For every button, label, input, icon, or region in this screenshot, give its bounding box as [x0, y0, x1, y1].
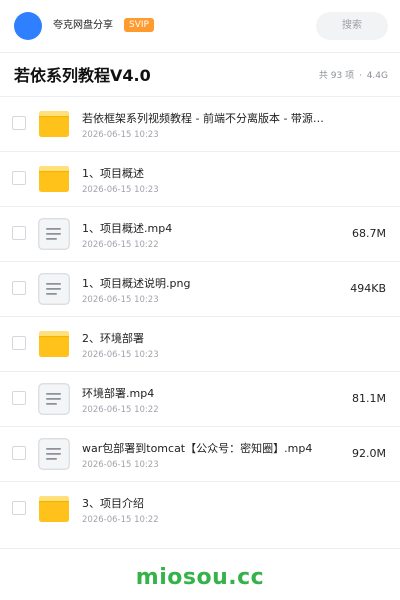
folder-header: 若依系列教程V4.0 共 93 项 · 4.4G — [0, 52, 400, 96]
file-icon — [38, 218, 70, 250]
share-name: 夸克网盘分享 — [53, 20, 113, 31]
list-item[interactable]: 2、环境部署 2026-06-15 10:23 — [0, 316, 400, 371]
folder-icon — [38, 328, 70, 360]
folder-icon — [38, 493, 70, 525]
item-checkbox[interactable] — [12, 336, 26, 350]
item-name[interactable]: 2、环境部署 — [82, 332, 332, 346]
item-checkbox[interactable] — [12, 171, 26, 185]
item-name[interactable]: 若依框架系列视频教程 - 前端不分离版本 - 带源… — [82, 112, 332, 126]
list-item[interactable]: 3、项目介绍 2026-06-15 10:22 — [0, 481, 400, 536]
item-size: 92.0M — [352, 447, 386, 460]
page-title: 若依系列教程V4.0 — [14, 66, 151, 85]
list-item[interactable]: 1、项目概述.mp4 2026-06-15 10:22 68.7M — [0, 206, 400, 261]
item-name[interactable]: 1、项目概述说明.png — [82, 277, 332, 291]
item-name[interactable]: 1、项目概述.mp4 — [82, 222, 332, 236]
item-checkbox[interactable] — [12, 281, 26, 295]
list-item[interactable]: war包部署到tomcat【公众号：密知圈】.mp4 2026-06-15 10:… — [0, 426, 400, 481]
list-item[interactable]: 1、项目概述说明.png 2026-06-15 10:23 494KB — [0, 261, 400, 316]
item-date: 2026-06-15 10:23 — [82, 185, 159, 195]
folder-icon — [38, 108, 70, 140]
avatar[interactable] — [14, 12, 42, 40]
item-name[interactable]: 环境部署.mp4 — [82, 387, 332, 401]
item-count: 共 93 项 — [318, 71, 355, 81]
item-size: 494KB — [350, 282, 386, 295]
item-checkbox[interactable] — [12, 116, 26, 130]
top-bar: 夸克网盘分享 SVIP 搜索 — [0, 0, 400, 53]
folder-meta: 共 93 项 · 4.4G — [317, 70, 388, 82]
meta-separator: · — [358, 71, 362, 81]
folder-icon — [38, 163, 70, 195]
item-date: 2026-06-15 10:23 — [82, 460, 159, 470]
svip-badge: SVIP — [124, 18, 154, 32]
file-list: 若依框架系列视频教程 - 前端不分离版本 - 带源… 2026-06-15 10:… — [0, 96, 400, 536]
item-checkbox[interactable] — [12, 501, 26, 515]
item-checkbox[interactable] — [12, 226, 26, 240]
item-name[interactable]: war包部署到tomcat【公众号：密知圈】.mp4 — [82, 442, 332, 456]
item-date: 2026-06-15 10:23 — [82, 295, 159, 305]
item-date: 2026-06-15 10:22 — [82, 515, 159, 525]
list-item[interactable]: 若依框架系列视频教程 - 前端不分离版本 - 带源… 2026-06-15 10:… — [0, 96, 400, 151]
list-item[interactable]: 环境部署.mp4 2026-06-15 10:22 81.1M — [0, 371, 400, 426]
item-checkbox[interactable] — [12, 391, 26, 405]
brand-watermark: miosou.cc — [135, 565, 265, 590]
file-icon — [38, 383, 70, 415]
list-item[interactable]: 1、项目概述 2026-06-15 10:23 — [0, 151, 400, 206]
item-date: 2026-06-15 10:23 — [82, 130, 159, 140]
footer-divider — [0, 548, 400, 549]
file-icon — [38, 273, 70, 305]
total-size: 4.4G — [366, 71, 388, 81]
item-date: 2026-06-15 10:22 — [82, 405, 159, 415]
item-date: 2026-06-15 10:22 — [82, 240, 159, 250]
item-name[interactable]: 1、项目概述 — [82, 167, 332, 181]
item-size: 81.1M — [352, 392, 386, 405]
item-size: 68.7M — [352, 227, 386, 240]
search-input[interactable]: 搜索 — [316, 12, 388, 40]
file-icon — [38, 438, 70, 470]
item-name[interactable]: 3、项目介绍 — [82, 497, 332, 511]
item-checkbox[interactable] — [12, 446, 26, 460]
item-date: 2026-06-15 10:23 — [82, 350, 159, 360]
